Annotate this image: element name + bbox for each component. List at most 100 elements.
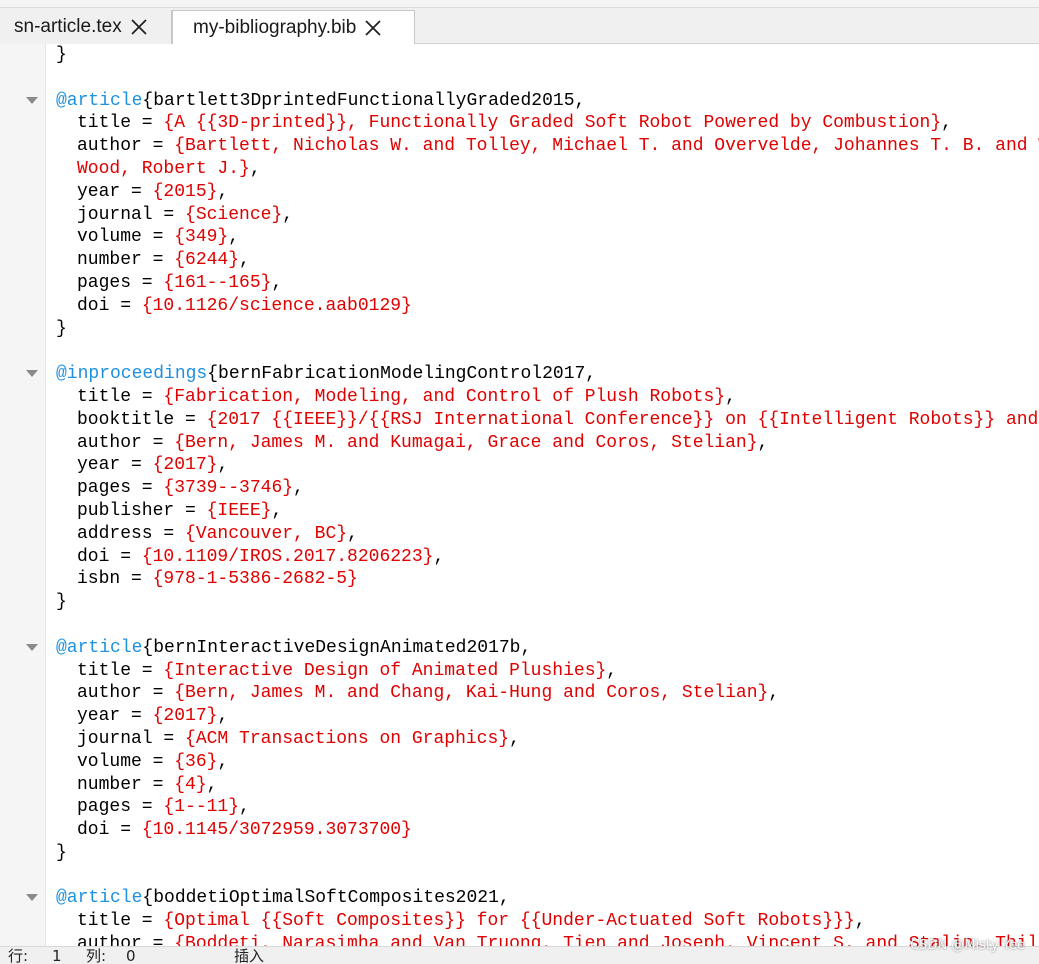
code-text: isbn = {978-1-5386-2682-5} xyxy=(77,568,358,591)
field-name: year = xyxy=(77,706,153,727)
field-punct: , xyxy=(271,272,283,293)
field-name: pages = xyxy=(77,797,164,818)
code-text: title = {Fabrication, Modeling, and Cont… xyxy=(77,386,736,409)
code-line: author = {Boddeti, Narasimha and Van Tru… xyxy=(0,933,1039,946)
code-text: @article{boddetiOptimalSoftComposites202… xyxy=(56,887,510,910)
field-value: {161--165} xyxy=(163,272,272,293)
code-line: number = {4}, xyxy=(0,774,1039,797)
field-punct: , xyxy=(433,546,445,567)
closing-brace: } xyxy=(56,318,67,339)
field-name: pages = xyxy=(77,478,164,499)
field-name: publisher = xyxy=(77,500,207,521)
field-value: {2017} xyxy=(152,455,218,476)
field-value: {4} xyxy=(174,774,207,795)
code-line: journal = {Science}, xyxy=(0,204,1039,227)
code-text: author = {Bern, James M. and Chang, Kai-… xyxy=(77,682,779,705)
code-line: isbn = {978-1-5386-2682-5} xyxy=(0,568,1039,591)
field-value: {IEEE} xyxy=(206,500,272,521)
watermark: CSDN @Misty Yee xyxy=(910,938,1025,953)
field-punct: , xyxy=(217,181,229,202)
field-name: isbn = xyxy=(77,569,153,590)
field-name: journal = xyxy=(77,204,186,225)
code-text: Wood, Robert J.}, xyxy=(77,158,261,181)
field-name: journal = xyxy=(77,728,186,749)
status-line-value: 1 xyxy=(52,947,62,964)
field-name: author = xyxy=(77,934,175,946)
close-icon[interactable] xyxy=(364,19,382,37)
code-line: } xyxy=(0,591,1039,614)
field-name: author = xyxy=(77,683,175,704)
field-name: title = xyxy=(77,911,164,932)
code-text: address = {Vancouver, BC}, xyxy=(77,523,358,546)
field-name: title = xyxy=(77,113,164,134)
field-name: volume = xyxy=(77,227,175,248)
field-name: booktitle = xyxy=(77,409,207,430)
code-text: journal = {Science}, xyxy=(77,204,293,227)
field-value: Wood, Robert J.} xyxy=(77,158,250,179)
tab-my-bibliography[interactable]: my-bibliography.bib xyxy=(172,10,415,45)
fold-arrow-icon[interactable] xyxy=(26,96,38,104)
code-line: @article{boddetiOptimalSoftComposites202… xyxy=(0,887,1039,910)
code-text: volume = {349}, xyxy=(77,226,239,249)
code-editor[interactable]: } @article{bartlett3DprintedFunctionallyG… xyxy=(0,44,1039,946)
editor-window: sn-article.tex my-bibliography.bib } @art… xyxy=(0,0,1039,964)
fold-arrow-icon[interactable] xyxy=(26,370,38,378)
code-line: title = {Optimal {{Soft Composites}} for… xyxy=(0,910,1039,933)
field-value: {6244} xyxy=(174,250,240,271)
fold-arrow-icon[interactable] xyxy=(26,894,38,902)
field-punct: , xyxy=(217,455,229,476)
field-value: {10.1126/science.aab0129} xyxy=(141,295,412,316)
code-text: title = {Optimal {{Soft Composites}} for… xyxy=(77,910,866,933)
entry-type: @article xyxy=(56,888,143,909)
field-value: {978-1-5386-2682-5} xyxy=(152,569,358,590)
field-name: year = xyxy=(77,181,153,202)
code-line: Wood, Robert J.}, xyxy=(0,158,1039,181)
field-value: {ACM Transactions on Graphics} xyxy=(185,728,510,749)
field-value: {2015} xyxy=(152,181,218,202)
field-punct: , xyxy=(271,500,283,521)
citation-key: {bernFabricationModelingControl2017, xyxy=(207,364,597,385)
code-line: year = {2017}, xyxy=(0,705,1039,728)
field-name: number = xyxy=(77,250,175,271)
closing-brace: } xyxy=(56,45,67,65)
citation-key: {boddetiOptimalSoftComposites2021, xyxy=(142,888,510,909)
code-text: title = {A {{3D-printed}}, Functionally … xyxy=(77,112,952,135)
field-punct: , xyxy=(941,113,952,134)
field-punct: , xyxy=(606,660,618,681)
citation-key: {bartlett3DprintedFunctionallyGraded2015… xyxy=(142,90,586,111)
entry-type: @article xyxy=(56,90,143,111)
tab-sn-article[interactable]: sn-article.tex xyxy=(0,10,172,44)
code-text: } xyxy=(56,44,67,67)
code-text: author = {Bern, James M. and Kumagai, Gr… xyxy=(77,432,768,455)
field-value: {10.1145/3072959.3073700} xyxy=(141,820,412,841)
closing-brace: } xyxy=(56,592,67,613)
entry-type: @inproceedings xyxy=(56,364,208,385)
code-text: author = {Boddeti, Narasimha and Van Tru… xyxy=(77,933,1039,946)
code-text: pages = {161--165}, xyxy=(77,272,282,295)
code-line: title = {Interactive Design of Animated … xyxy=(0,660,1039,683)
code-text: year = {2017}, xyxy=(77,705,228,728)
field-value: {Optimal {{Soft Composites}} for {{Under… xyxy=(163,911,855,932)
code-lines: } @article{bartlett3DprintedFunctionallyG… xyxy=(0,44,1039,946)
field-value: {Bartlett, Nicholas W. and Tolley, Micha… xyxy=(174,136,1039,157)
code-text: author = {Bartlett, Nicholas W. and Toll… xyxy=(77,135,1039,158)
code-line: volume = {349}, xyxy=(0,226,1039,249)
field-name: author = xyxy=(77,136,175,157)
field-punct: , xyxy=(228,227,240,248)
field-value: {Vancouver, BC} xyxy=(185,523,348,544)
code-line: } xyxy=(0,318,1039,341)
code-text: doi = {10.1126/science.aab0129} xyxy=(77,295,412,318)
field-punct: , xyxy=(217,751,229,772)
field-name: doi = xyxy=(77,820,142,841)
close-icon[interactable] xyxy=(130,18,148,36)
code-line: } xyxy=(0,44,1039,67)
fold-arrow-icon[interactable] xyxy=(26,643,38,651)
code-line: title = {A {{3D-printed}}, Functionally … xyxy=(0,112,1039,135)
field-value: {Interactive Design of Animated Plushies… xyxy=(163,660,607,681)
code-line: publisher = {IEEE}, xyxy=(0,500,1039,523)
status-col-value: 0 xyxy=(126,947,136,964)
code-text: booktitle = {2017 {{IEEE}}/{{RSJ Interna… xyxy=(77,409,1038,432)
code-line: @article{bernInteractiveDesignAnimated20… xyxy=(0,637,1039,660)
tab-bar: sn-article.tex my-bibliography.bib xyxy=(0,0,1039,45)
